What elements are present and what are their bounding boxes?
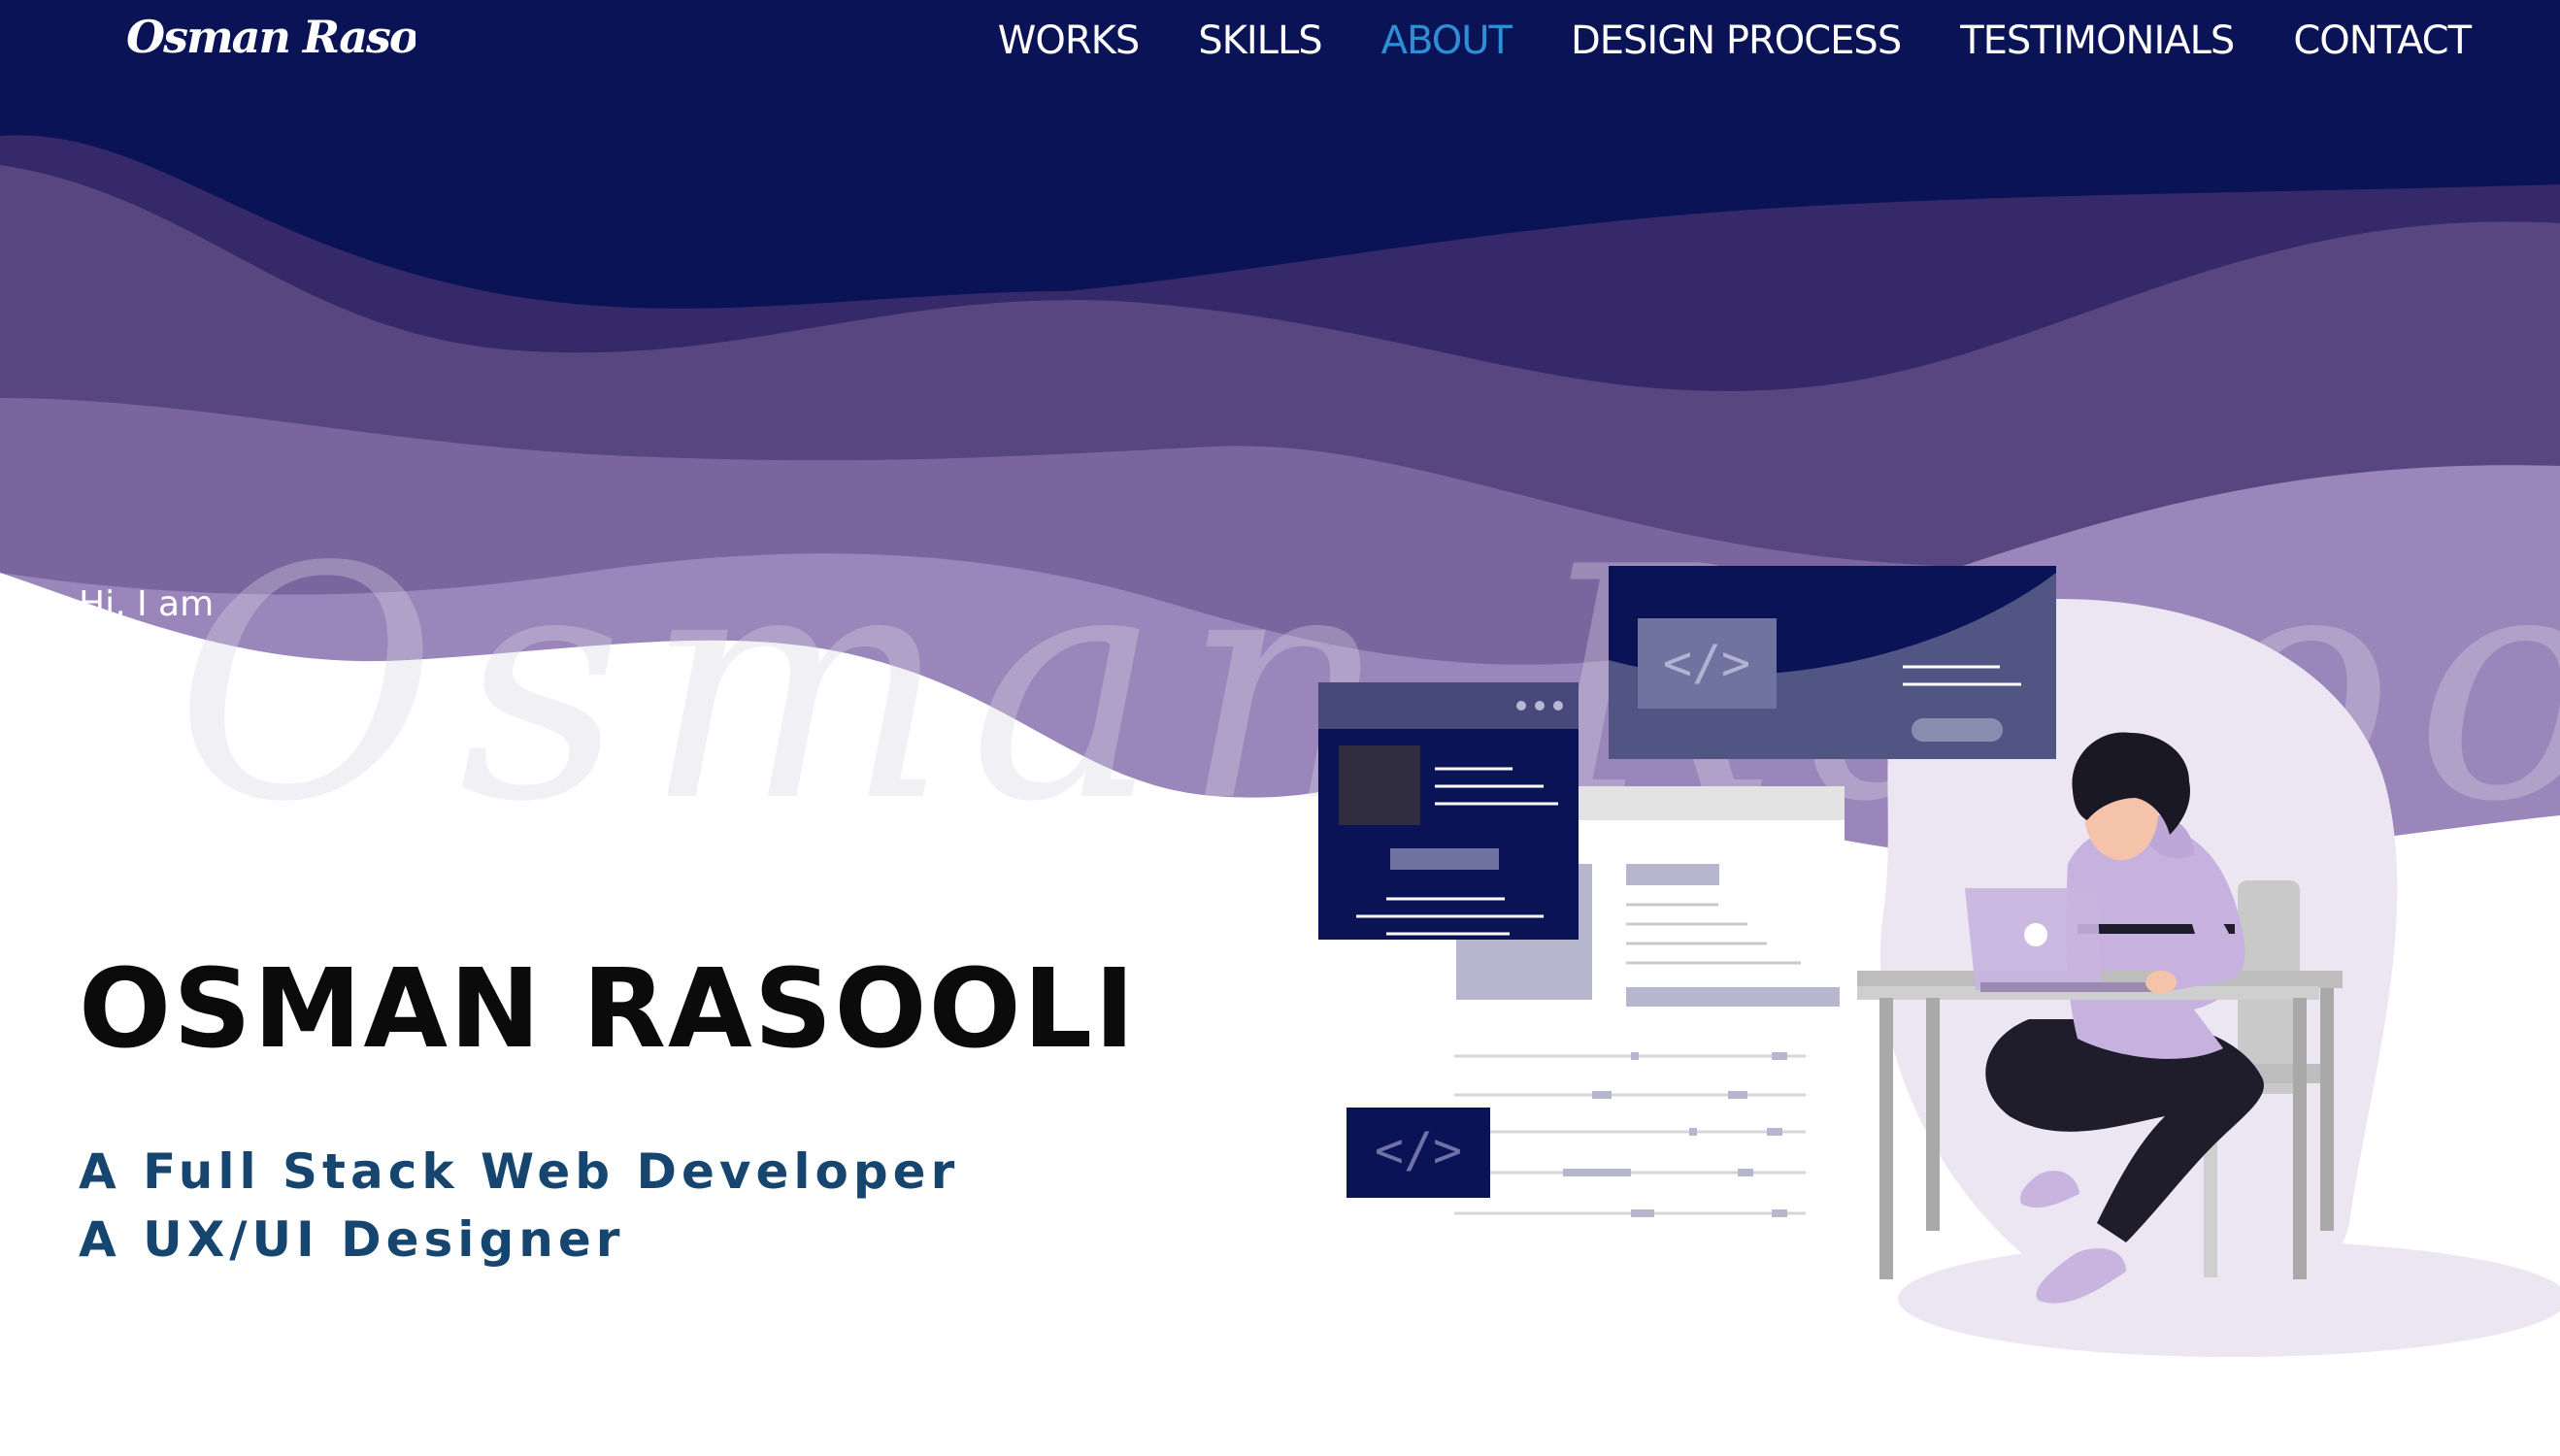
laptop-base bbox=[1980, 982, 2155, 992]
left-window-image bbox=[1339, 745, 1420, 825]
nav-skills[interactable]: SKILLS bbox=[1198, 14, 1322, 68]
nav-works[interactable]: WORKS bbox=[998, 14, 1140, 68]
laptop-logo bbox=[2024, 923, 2047, 946]
person-hand bbox=[2145, 971, 2177, 994]
main-nav: WORKS SKILLS ABOUT DESIGN PROCESS TESTIM… bbox=[998, 14, 2472, 68]
nav-testimonials[interactable]: TESTIMONIALS bbox=[1960, 14, 2235, 68]
nav-design-process[interactable]: DESIGN PROCESS bbox=[1571, 14, 1902, 68]
back-window-bar bbox=[1626, 987, 1840, 1007]
hero-name: OSMAN RASOOLI bbox=[79, 946, 1137, 1073]
logo[interactable]: Osman Rasooli bbox=[124, 4, 416, 68]
page: Osman Rasooli Osman Rasooli WORKS SKILLS… bbox=[0, 0, 2560, 1456]
code-badge-icon: </> bbox=[1375, 1122, 1462, 1178]
nav-about[interactable]: ABOUT bbox=[1381, 14, 1513, 68]
window-dots-icon bbox=[1516, 701, 1563, 711]
top-window-button bbox=[1912, 718, 2003, 742]
developer-illustration: </> </> bbox=[1318, 566, 2560, 1357]
nav-contact[interactable]: CONTACT bbox=[2293, 14, 2472, 68]
site-header: Osman Rasooli WORKS SKILLS ABOUT DESIGN … bbox=[0, 0, 2560, 97]
role-line-1: A Full Stack Web Developer bbox=[79, 1143, 960, 1200]
logo-text: Osman Rasooli bbox=[126, 11, 416, 63]
role-line-2: A UX/UI Designer bbox=[79, 1211, 625, 1268]
back-window-heading bbox=[1626, 864, 1719, 885]
left-window-button bbox=[1390, 848, 1499, 870]
floor-shadow bbox=[1898, 1241, 2560, 1357]
greeting: Hi, I am bbox=[79, 584, 215, 624]
code-icon: </> bbox=[1663, 635, 1750, 691]
hero-text: Hi, I am OSMAN RASOOLI A Full Stack Web … bbox=[79, 0, 1244, 1456]
